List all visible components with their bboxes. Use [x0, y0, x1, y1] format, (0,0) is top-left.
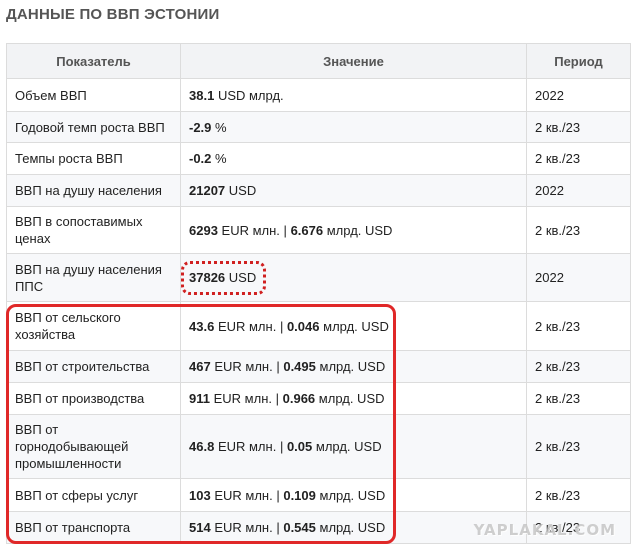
- value-number: 514: [189, 520, 211, 535]
- value-unit: млрд. USD: [326, 222, 393, 238]
- value-cell: 911 EUR млн. | 0.966 млрд. USD: [180, 382, 527, 415]
- indicator-cell: ВВП от транспорта: [6, 511, 181, 544]
- table-row: ВВП на душу населения 21207 USD 2022: [6, 174, 631, 207]
- value-unit: EUR млн.: [221, 222, 280, 238]
- value-number: 6.676: [290, 222, 324, 238]
- value-cell: 6293 EUR млн. | 6.676 млрд. USD: [180, 206, 527, 254]
- period-cell: 2 кв./23: [526, 206, 631, 254]
- gdp-table: Показатель Значение Период Объем ВВП 38.1…: [6, 43, 631, 544]
- table-row: ВВП от производства 911 EUR млн. | 0.966 …: [6, 382, 631, 415]
- table-header-row: Показатель Значение Период: [6, 43, 631, 79]
- value-number: 911: [189, 391, 210, 406]
- page-title: ДАННЫЕ ПО ВВП ЭСТОНИИ: [6, 6, 220, 23]
- value-unit: млрд. USD: [323, 318, 389, 334]
- indicator-cell: ВВП на душу населения: [6, 174, 181, 207]
- period-cell: 2022: [526, 174, 631, 207]
- value-number: 0.05: [286, 439, 313, 454]
- indicator-cell: Годовой темп роста ВВП: [6, 111, 181, 143]
- value-separator: |: [276, 487, 280, 503]
- column-header-indicator: Показатель: [6, 43, 181, 79]
- value-cell: 46.8 EUR млн. | 0.05 млрд. USD: [180, 414, 527, 479]
- value-cell: 103 EUR млн. | 0.109 млрд. USD: [180, 478, 527, 512]
- table-row: ВВП от сельского хозяйства 43.6 EUR млн. …: [6, 301, 631, 351]
- value-unit: млрд. USD: [318, 391, 385, 406]
- value-unit: USD: [228, 183, 257, 198]
- value-cell: 43.6 EUR млн. | 0.046 млрд. USD: [180, 301, 527, 351]
- watermark: YAPLAKAL.COM: [473, 521, 616, 539]
- value-separator: |: [279, 318, 284, 334]
- value-number: 103: [189, 487, 211, 503]
- value-number: -2.9: [189, 119, 212, 135]
- value-separator: |: [279, 439, 284, 454]
- table-row: ВВП от сферы услуг 103 EUR млн. | 0.109 м…: [6, 478, 631, 512]
- value-unit: EUR млн.: [217, 318, 277, 334]
- value-number: 0.545: [283, 520, 316, 535]
- indicator-cell: ВВП от сельского хозяйства: [6, 301, 181, 351]
- value-unit: млрд. USD: [319, 520, 386, 535]
- value-unit: USD млрд.: [217, 87, 284, 103]
- period-cell: 2022: [526, 253, 631, 302]
- table-row: ВВП от строительства 467 EUR млн. | 0.495…: [6, 350, 631, 383]
- period-cell: 2 кв./23: [526, 301, 631, 351]
- value-unit: млрд. USD: [315, 439, 382, 454]
- value-unit: %: [215, 151, 227, 166]
- indicator-cell: ВВП от производства: [6, 382, 181, 415]
- indicator-cell: ВВП от горнодобывающей промышленности: [6, 414, 181, 479]
- value-number: 0.966: [282, 391, 316, 406]
- column-header-value: Значение: [180, 43, 527, 79]
- column-header-period: Период: [526, 43, 631, 79]
- period-cell: 2 кв./23: [526, 478, 631, 512]
- value-separator: |: [283, 222, 287, 238]
- value-number: 43.6: [189, 318, 215, 334]
- period-cell: 2 кв./23: [526, 111, 631, 143]
- table-row: Объем ВВП 38.1 USD млрд. 2022: [6, 78, 631, 112]
- value-number: 0.495: [283, 359, 316, 374]
- value-cell: 37826 USD: [180, 253, 527, 302]
- value-unit: EUR млн.: [214, 359, 273, 374]
- value-unit: EUR млн.: [214, 520, 273, 535]
- value-unit: EUR млн.: [213, 391, 272, 406]
- indicator-cell: ВВП от сферы услуг: [6, 478, 181, 512]
- value-cell: -2.9 %: [180, 111, 527, 143]
- value-unit: %: [215, 119, 227, 135]
- value-unit: USD: [228, 270, 257, 285]
- table-row: ВВП в сопоставимых ценах 6293 EUR млн. | …: [6, 206, 631, 254]
- indicator-cell: Объем ВВП: [6, 78, 181, 112]
- value-number: 37826: [189, 270, 226, 285]
- value-number: 6293: [189, 222, 218, 238]
- value-cell: 38.1 USD млрд.: [180, 78, 527, 112]
- period-cell: 2022: [526, 78, 631, 112]
- period-cell: 2 кв./23: [526, 382, 631, 415]
- indicator-cell: ВВП от строительства: [6, 350, 181, 383]
- period-cell: 2 кв./23: [526, 142, 631, 175]
- value-cell: 467 EUR млн. | 0.495 млрд. USD: [180, 350, 527, 383]
- value-unit: млрд. USD: [319, 359, 386, 374]
- value-unit: EUR млн.: [217, 439, 277, 454]
- value-number: 38.1: [189, 87, 215, 103]
- period-cell: 2 кв./23: [526, 414, 631, 479]
- indicator-cell: ВВП на душу населения ППС: [6, 253, 181, 302]
- indicator-cell: Темпы роста ВВП: [6, 142, 181, 175]
- value-number: 467: [189, 359, 211, 374]
- value-number: 0.046: [286, 318, 320, 334]
- value-unit: млрд. USD: [319, 487, 386, 503]
- value-number: 21207: [189, 183, 226, 198]
- value-number: 46.8: [189, 439, 215, 454]
- value-separator: |: [275, 391, 279, 406]
- period-cell: 2 кв./23: [526, 350, 631, 383]
- table-row: ВВП на душу населения ППС 37826 USD 2022: [6, 253, 631, 302]
- indicator-cell: ВВП в сопоставимых ценах: [6, 206, 181, 254]
- value-cell: 21207 USD: [180, 174, 527, 207]
- value-cell: -0.2 %: [180, 142, 527, 175]
- value-unit: EUR млн.: [214, 487, 273, 503]
- table-row: ВВП от горнодобывающей промышленности 46.…: [6, 414, 631, 479]
- value-number: -0.2: [189, 151, 212, 166]
- value-separator: |: [276, 520, 280, 535]
- table-row: Темпы роста ВВП -0.2 % 2 кв./23: [6, 142, 631, 175]
- value-number: 0.109: [283, 487, 316, 503]
- value-separator: |: [276, 359, 280, 374]
- table-row: Годовой темп роста ВВП -2.9 % 2 кв./23: [6, 111, 631, 143]
